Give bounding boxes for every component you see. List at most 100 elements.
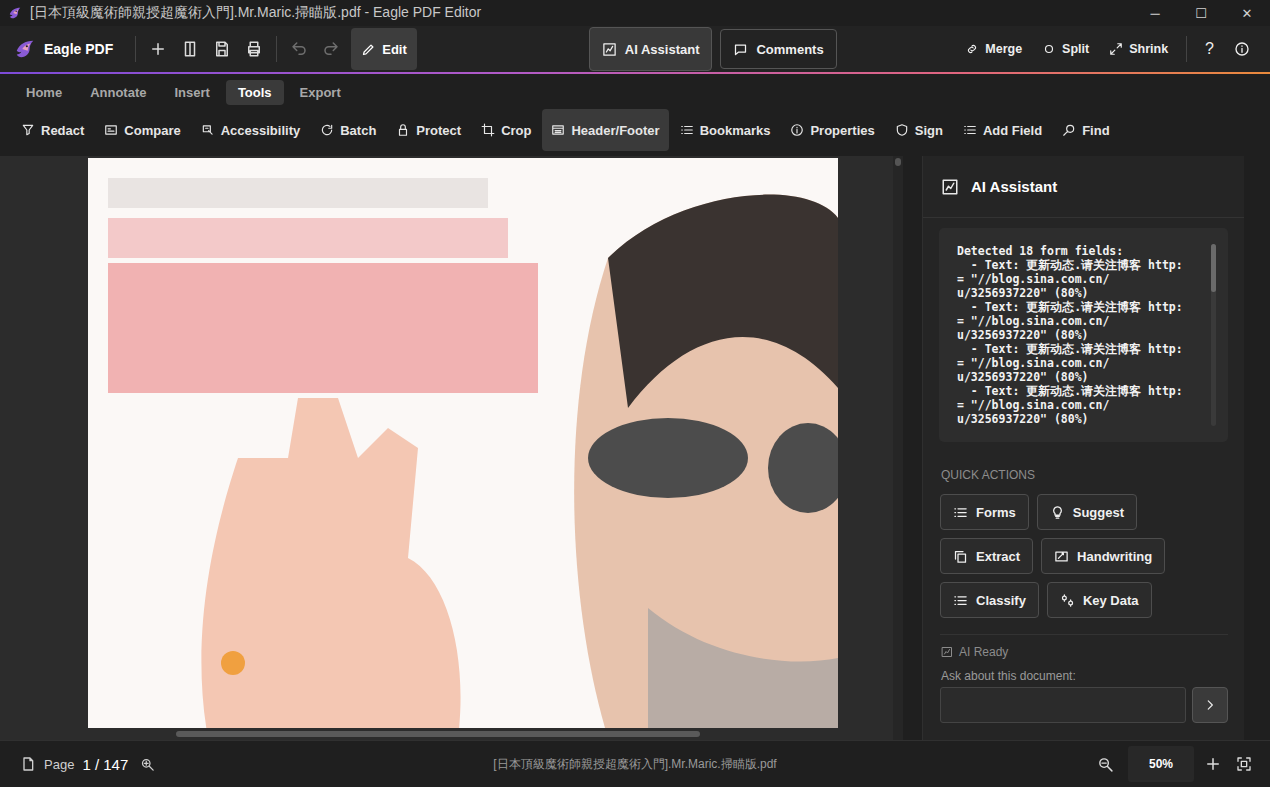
ribbon-tab[interactable]: Home	[14, 80, 74, 105]
help-button[interactable]: ?	[1197, 40, 1222, 58]
send-arrow-icon	[1203, 698, 1217, 712]
fit-page-button[interactable]	[1236, 756, 1252, 772]
quick-action-button[interactable]: Handwriting	[1041, 538, 1165, 574]
quick-action-button[interactable]: Suggest	[1037, 494, 1137, 530]
horizontal-scrollbar[interactable]	[0, 728, 893, 740]
tool-label: Properties	[810, 123, 874, 138]
zoom-out-icon	[1097, 756, 1114, 773]
page-icon	[20, 756, 36, 772]
redo-icon	[322, 40, 340, 58]
ribbon-tab[interactable]: Insert	[162, 80, 221, 105]
minimize-button[interactable]: ─	[1132, 0, 1178, 26]
close-button[interactable]: ✕	[1224, 0, 1270, 26]
quick-action-button[interactable]: Classify	[940, 582, 1039, 618]
refresh-icon	[320, 123, 334, 137]
tool-button[interactable]: Properties	[781, 111, 883, 149]
page-label: Page	[44, 757, 74, 772]
merge-button[interactable]: Merge	[957, 42, 1030, 56]
zoom-out-button[interactable]	[1097, 756, 1114, 773]
edit-label: Edit	[382, 42, 407, 57]
lock-icon	[396, 123, 410, 137]
tool-label: Accessibility	[221, 123, 301, 138]
crop-icon	[481, 123, 495, 137]
divider	[940, 634, 1228, 635]
app-logo-icon	[8, 6, 22, 20]
redo-button[interactable]	[315, 31, 347, 67]
prompt-label: Ask about this document:	[941, 669, 1244, 683]
ribbon-tabs: HomeAnnotateInsertToolsExport	[0, 74, 1270, 108]
panel-label: Comments	[756, 42, 823, 57]
eagle-logo-icon	[14, 38, 36, 60]
prompt-input[interactable]	[940, 687, 1186, 723]
tool-label: Header/Footer	[571, 123, 659, 138]
tool-label: Add Field	[983, 123, 1042, 138]
tool-button[interactable]: Crop	[472, 111, 540, 149]
status-bar: [日本頂級魔術師親授超魔術入門].Mr.Maric.掃瞄版.pdfPage1 /…	[0, 740, 1270, 787]
output-line: u/3256937220" (80%)	[957, 412, 1202, 426]
tool-button[interactable]: Accessibility	[192, 111, 310, 149]
tool-button[interactable]: Sign	[886, 111, 952, 149]
pages-button[interactable]	[174, 31, 206, 67]
tool-button[interactable]: Add Field	[954, 111, 1051, 149]
quick-action-button[interactable]: Extract	[940, 538, 1033, 574]
tool-button[interactable]: Bookmarks	[671, 111, 780, 149]
scroll-thumb[interactable]	[176, 731, 700, 737]
tools-ribbon: RedactCompare Accessibility BatchProtectCr…	[0, 108, 1270, 152]
split-button[interactable]: Split	[1034, 42, 1097, 56]
goto-page-button[interactable]	[140, 757, 155, 772]
new-button[interactable]	[142, 31, 174, 67]
page-scan-image	[88, 158, 838, 728]
quick-action-button[interactable]: Forms	[940, 494, 1029, 530]
zoom-in-icon	[140, 757, 155, 772]
splitter[interactable]	[903, 156, 922, 740]
comments-button[interactable]: Comments	[720, 29, 836, 69]
vertical-scrollbar[interactable]	[893, 156, 903, 740]
quick-action-label: Suggest	[1073, 505, 1124, 520]
ai-assistant-button[interactable]: AI Assistant	[589, 27, 713, 71]
print-button[interactable]	[238, 31, 270, 67]
handwriting-icon	[1054, 549, 1069, 564]
ribbon-tab[interactable]: Tools	[226, 80, 284, 105]
save-button[interactable]	[206, 31, 238, 67]
panel-header: AI Assistant	[923, 156, 1244, 218]
tool-button[interactable]: Find	[1053, 111, 1118, 149]
shrink-button[interactable]: Shrink	[1101, 42, 1176, 56]
output-line: = "//blog.sina.com.cn/	[957, 314, 1202, 328]
send-button[interactable]	[1192, 687, 1228, 723]
document-actions: Merge Split Shrink?	[957, 36, 1258, 62]
output-scrollbar[interactable]	[1211, 244, 1216, 426]
document-viewer	[0, 156, 893, 740]
about-button[interactable]	[1226, 41, 1258, 57]
output-line: = "//blog.sina.com.cn/	[957, 272, 1202, 286]
info-icon	[790, 123, 804, 137]
zoom-level[interactable]: 50%	[1128, 746, 1194, 782]
search-icon	[1062, 123, 1076, 137]
tool-label: Find	[1082, 123, 1109, 138]
maximize-button[interactable]: ☐	[1178, 0, 1224, 26]
edit-button[interactable]: Edit	[351, 28, 417, 70]
ribbon-tab[interactable]: Export	[288, 80, 353, 105]
action-label: Split	[1062, 42, 1089, 56]
scroll-thumb[interactable]	[895, 158, 901, 166]
ai-output: Detected 18 form fields: - Text: 更新动态.请关…	[939, 228, 1228, 442]
fit-screen-icon	[1236, 756, 1252, 772]
undo-icon	[290, 40, 308, 58]
tool-button[interactable]: Compare	[95, 111, 189, 149]
ribbon-tab[interactable]: Annotate	[78, 80, 158, 105]
undo-button[interactable]	[283, 31, 315, 67]
page-number[interactable]: 1 / 147	[82, 756, 128, 773]
quick-action-button[interactable]: Key Data	[1047, 582, 1152, 618]
output-line: u/3256937220" (80%)	[957, 286, 1202, 300]
tool-button[interactable]: Protect	[387, 111, 470, 149]
zoom-in-button[interactable]	[1204, 755, 1222, 773]
plus-icon	[1204, 755, 1222, 773]
ai-status-text: AI Ready	[959, 645, 1008, 659]
circle-icon	[1042, 42, 1056, 56]
ai-assistant-panel: AI Assistant Detected 18 form fields: - T…	[922, 156, 1244, 740]
scroll-thumb[interactable]	[1211, 244, 1216, 292]
tool-button[interactable]: Header/Footer	[542, 109, 668, 151]
app-name: Eagle PDF	[44, 41, 113, 57]
tool-button[interactable]: Batch	[311, 111, 385, 149]
output-line: = "//blog.sina.com.cn/	[957, 398, 1202, 412]
tool-button[interactable]: Redact	[12, 111, 93, 149]
